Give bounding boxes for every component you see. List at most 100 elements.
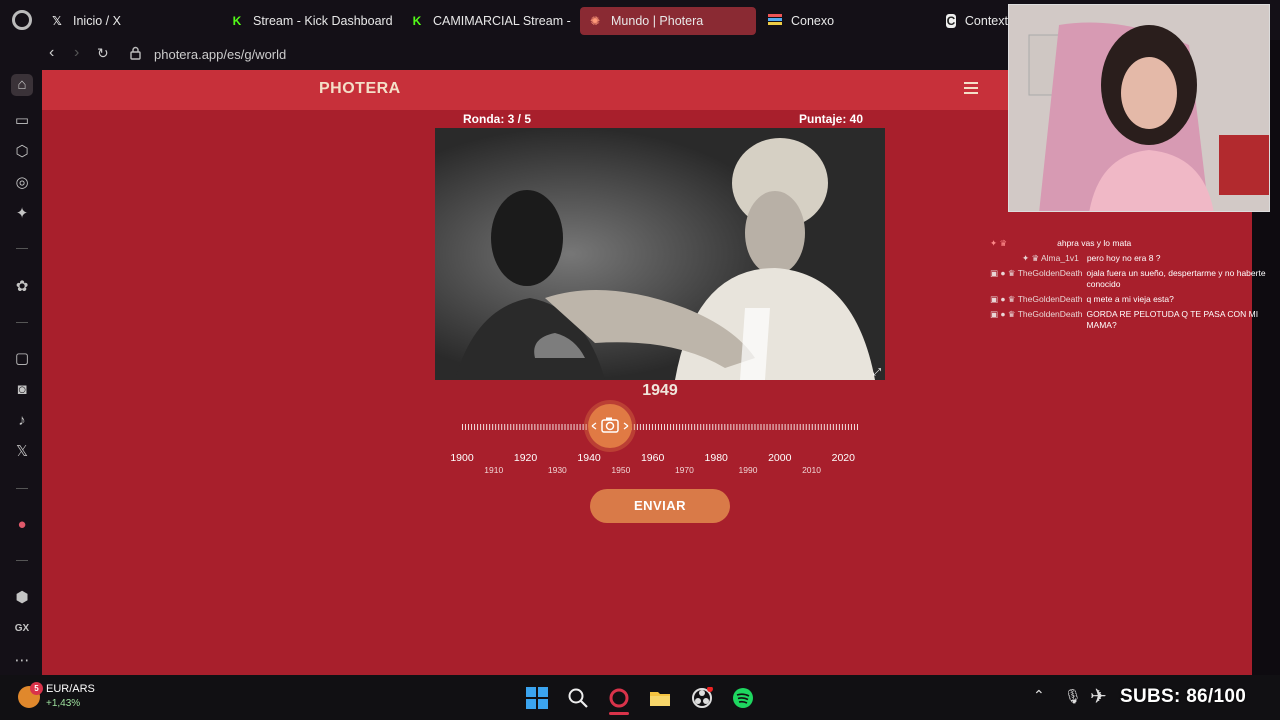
sidebar-divider	[16, 322, 28, 323]
expand-icon[interactable]: ⤢	[873, 367, 881, 378]
chat-username: ▣ ● ♛ TheGoldenDeath	[990, 309, 1083, 319]
aria-icon[interactable]: ⬡	[13, 143, 31, 161]
chat-username: ✦ ♛	[990, 238, 1008, 248]
selected-year: 1949	[642, 382, 678, 399]
file-explorer-icon[interactable]	[649, 687, 671, 709]
slider-tick	[841, 424, 843, 430]
chat-message: ✦ ♛ ahpra vas y lo mata	[990, 238, 1280, 249]
opera-logo-icon[interactable]	[12, 10, 32, 30]
camera-icon	[591, 417, 629, 433]
tab-kick-dashboard[interactable]: K Stream - Kick Dashboard	[222, 7, 398, 35]
sidebar-divider	[16, 560, 28, 561]
slider-tick	[657, 424, 659, 430]
tab-camimarcial-stream[interactable]: K CAMIMARCIAL Stream -	[402, 7, 572, 35]
search-icon[interactable]	[567, 687, 589, 709]
slider-tick	[667, 424, 669, 430]
slider-tick-label-minor: 1990	[738, 465, 758, 475]
slider-tick	[808, 424, 810, 430]
slider-tick-label-major: 1940	[577, 452, 601, 464]
address-bar: ‹ › ↻ photera.app/es/g/world	[0, 40, 1010, 70]
slider-tick	[573, 424, 575, 430]
slider-tick	[784, 424, 786, 430]
slider-tick	[642, 424, 644, 430]
tab-context[interactable]: C Context	[938, 7, 1008, 35]
slider-tick	[486, 424, 488, 430]
windows-start-icon[interactable]	[526, 687, 548, 709]
back-arrow-icon[interactable]: ‹	[49, 44, 54, 62]
slider-tick	[576, 424, 578, 430]
tab-x[interactable]: 𝕏 Inicio / X	[42, 7, 218, 35]
slider-tick	[736, 424, 738, 430]
hamburger-menu-icon[interactable]	[964, 82, 978, 94]
url-field[interactable]: photera.app/es/g/world	[154, 47, 286, 62]
home-icon[interactable]: ⌂	[11, 74, 33, 96]
twitch-icon[interactable]: ▢	[13, 350, 31, 368]
slider-tick	[654, 424, 656, 430]
slider-tick	[853, 424, 855, 430]
slider-tick	[543, 424, 545, 430]
chevron-up-icon[interactable]: ⌃	[1033, 687, 1045, 704]
slider-tick	[832, 424, 834, 430]
spotify-icon[interactable]	[732, 687, 754, 709]
slider-tick	[585, 424, 587, 430]
microphone-icon[interactable]: 🎙	[1064, 688, 1082, 705]
slider-tick	[802, 424, 804, 430]
slider-tick	[814, 424, 816, 430]
slider-tick	[645, 424, 647, 430]
slider-tick	[817, 424, 819, 430]
reload-icon[interactable]: ↻	[97, 45, 109, 62]
tab-label: Context	[964, 14, 1008, 28]
obs-icon[interactable]	[691, 686, 713, 709]
tab-photera[interactable]: ✺ Mundo | Photera	[580, 7, 756, 35]
ticker-icon[interactable]: 5	[18, 682, 43, 708]
slider-tick-label-major: 1960	[640, 452, 665, 464]
slider-tick	[519, 424, 521, 430]
slider-tick	[492, 424, 494, 430]
slider-tick	[468, 424, 470, 430]
opera-gx-taskbar-icon[interactable]	[608, 687, 630, 715]
gx-icon[interactable]: GX	[13, 620, 31, 638]
slider-tick	[513, 424, 515, 430]
chatgpt-icon[interactable]: ✿	[13, 278, 31, 296]
slider-tick-label-major: 1900	[450, 452, 474, 464]
slider-tick	[820, 424, 822, 430]
slider-tick	[558, 424, 560, 430]
slider-tick-label-major: 1980	[704, 452, 728, 464]
slider-tick	[790, 424, 792, 430]
more-icon[interactable]: ⋯	[13, 652, 31, 670]
year-slider-handle[interactable]	[588, 404, 632, 448]
x-logo-icon[interactable]: 𝕏	[13, 443, 31, 461]
tiktok-icon[interactable]: ♪	[13, 412, 31, 430]
settings-shield-icon[interactable]: ⬢	[13, 589, 31, 607]
ai-chat-icon[interactable]: ◎	[13, 174, 31, 192]
player-icon[interactable]: ●	[13, 516, 31, 534]
ticker-change: +1,43%	[46, 698, 81, 709]
slider-tick	[528, 424, 530, 430]
forward-arrow-icon[interactable]: ›	[74, 44, 79, 62]
photera-favicon-icon: ✺	[589, 14, 601, 28]
slider-tick	[760, 424, 762, 430]
extensions-icon[interactable]: ✦	[13, 205, 31, 223]
year-slider-track[interactable]	[462, 424, 860, 430]
slider-tick-label-major: 2000	[768, 452, 792, 464]
slider-tick	[700, 424, 702, 430]
slider-tick	[709, 424, 711, 430]
browser-sidebar: ⌂ ▭ ⬡ ◎ ✦ ✿ ▢ ◙ ♪ 𝕏 ● ⬢ GX ⋯	[0, 70, 42, 675]
photera-logo[interactable]: PHOTERA	[319, 80, 401, 98]
tab-label: Stream - Kick Dashboard	[253, 14, 393, 28]
slider-tick	[796, 424, 798, 430]
slider-tick	[751, 424, 753, 430]
ticker-symbol: EUR/ARS	[46, 683, 95, 695]
webcam-overlay	[1008, 4, 1270, 212]
chat-text: q mete a mi vieja esta?	[1086, 294, 1174, 304]
slider-tick	[745, 424, 747, 430]
gamepad-icon[interactable]: ▭	[13, 112, 31, 130]
chat-text: GORDA RE PELOTUDA Q TE PASA CON MI MAMA?	[1086, 309, 1259, 330]
slider-tick	[516, 424, 518, 430]
slider-tick	[787, 424, 789, 430]
instagram-icon[interactable]: ◙	[13, 381, 31, 399]
send-button[interactable]: ENVIAR	[590, 489, 730, 523]
chat-message: ▣ ● ♛ TheGoldenDeath GORDA RE PELOTUDA Q…	[990, 309, 1280, 331]
chat-message: ▣ ● ♛ TheGoldenDeath ojala fuera un sueñ…	[990, 268, 1280, 290]
tab-conexo[interactable]: Conexo	[760, 7, 936, 35]
